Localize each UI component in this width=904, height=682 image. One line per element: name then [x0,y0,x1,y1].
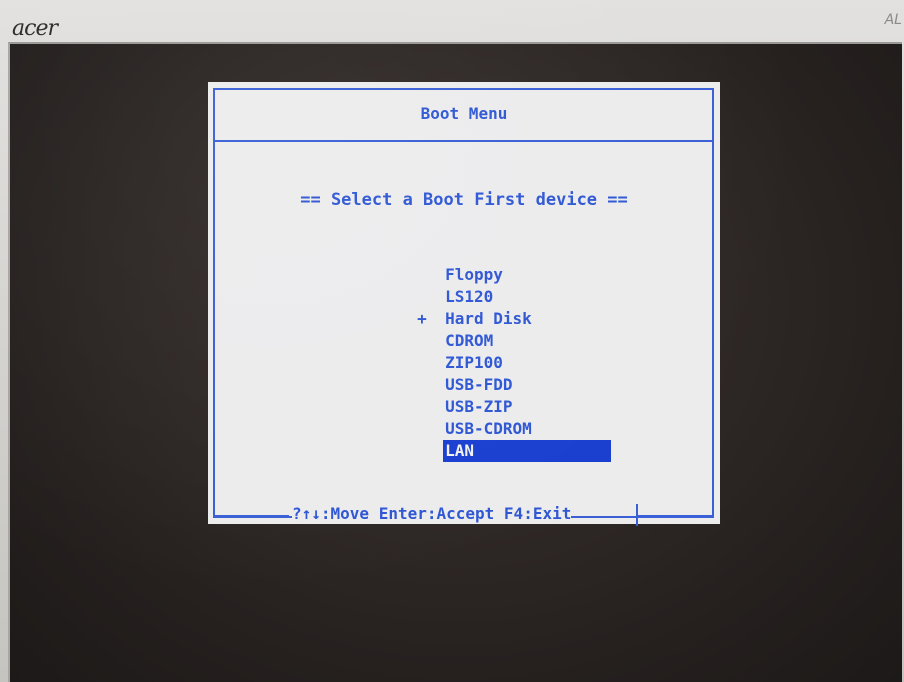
model-label: AL [884,12,902,28]
key-hint-text: ?↑↓:Move Enter:Accept F4:Exit [292,504,572,523]
boot-device-floppy[interactable]: Floppy [340,242,611,284]
footer-rule-left [213,515,289,517]
boot-device-usb-fdd[interactable]: USB-FDD [340,352,611,394]
boot-device-list: Floppy LS120 + Hard Disk CDROM ZIP100 USB… [340,242,612,462]
boot-device-usb-zip[interactable]: USB-ZIP [340,374,611,416]
boot-device-hard-disk[interactable]: + Hard Disk [340,286,611,328]
device-label-selected: LAN [443,440,612,462]
monitor-photo: acer AL Boot Menu == Select a Boot First… [0,0,904,682]
boot-device-lan[interactable]: LAN [340,418,612,462]
dialog-subtitle: == Select a Boot First device == [300,190,628,210]
boot-menu-dialog: Boot Menu == Select a Boot First device … [208,82,720,526]
footer-rule-right [636,515,714,517]
title-divider [213,140,714,142]
brand-logo: acer [12,16,58,41]
boot-device-zip100[interactable]: ZIP100 [340,330,611,372]
boot-device-usb-cdrom[interactable]: USB-CDROM [340,396,611,438]
boot-device-cdrom[interactable]: CDROM [340,308,611,350]
boot-device-ls120[interactable]: LS120 [340,264,611,306]
dialog-title: Boot Menu [420,104,508,123]
dialog-footer: ?↑↓:Move Enter:Accept F4:Exit [208,502,720,528]
footer-separator [636,504,638,526]
